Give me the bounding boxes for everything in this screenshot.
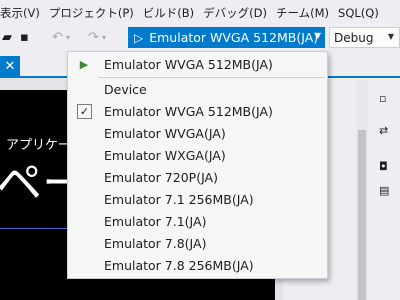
emulator-target-label: Emulator WVGA 512MB(JA) (149, 30, 319, 45)
device-item-label: Emulator 720P(JA) (104, 170, 218, 185)
document-outline-icon[interactable]: ▤ (379, 184, 389, 197)
device-item-label: Emulator 7.1 256MB(JA) (104, 192, 254, 207)
current-target-item[interactable]: ▶ Emulator WVGA 512MB(JA) (68, 54, 327, 75)
device-item-label: Emulator 7.8 256MB(JA) (104, 258, 254, 273)
sync-icon[interactable]: ⇄ (379, 124, 388, 137)
device-item[interactable]: Emulator 7.8(JA) (68, 233, 327, 254)
toolbox-icon[interactable]: ◘ (379, 160, 388, 173)
menu-sql[interactable]: SQL(Q) (338, 6, 388, 20)
chevron-down-icon[interactable]: ▼ (388, 32, 394, 41)
start-icon: ▶ (79, 57, 89, 71)
device-item-label: Emulator 7.8(JA) (104, 236, 207, 251)
menu-debug[interactable]: デバッグ(D) (203, 5, 276, 21)
emulator-target-dropdown: ▶ Emulator WVGA 512MB(JA) Device ✓ Emula… (67, 51, 328, 279)
device-item[interactable]: Emulator 7.8 256MB(JA) (68, 255, 327, 276)
device-item[interactable]: Emulator 7.1 256MB(JA) (68, 189, 327, 210)
vertical-scrollbar[interactable] (356, 80, 368, 300)
menu-bar: 表示(V) プロジェクト(P) ビルド(B) デバッグ(D) チーム(M) SQ… (0, 0, 400, 26)
start-debugging-target-combo[interactable]: ▷ Emulator WVGA 512MB(JA) ▼ (128, 27, 325, 48)
start-icon: ▷ (134, 30, 144, 45)
menu-view[interactable]: 表示(V) (0, 5, 49, 21)
device-item-label: Emulator WVGA 512MB(JA) (104, 104, 273, 119)
save-icon[interactable]: ▪ (20, 30, 29, 46)
chevron-down-icon[interactable]: ▼ (315, 31, 321, 40)
close-icon[interactable]: ✕ (0, 56, 20, 76)
solution-configuration-combo[interactable]: Debug ▼ (329, 27, 400, 48)
device-item-label: Emulator WVGA(JA) (104, 126, 226, 141)
redo-dropdown-icon[interactable]: ▾ (102, 30, 106, 46)
redo-icon[interactable]: ↷ (88, 30, 99, 46)
side-tool-panel: ▫ ⇄ ◘ ▤ (370, 80, 400, 300)
undo-dropdown-icon[interactable]: ▾ (66, 30, 70, 46)
undo-icon[interactable]: ↶ (52, 30, 63, 46)
current-target-label: Emulator WVGA 512MB(JA) (104, 57, 273, 72)
device-item[interactable]: Emulator WVGA(JA) (68, 123, 327, 144)
save-all-icon[interactable]: ▰ (2, 30, 12, 46)
section-header-label: Device (104, 82, 147, 97)
menu-build[interactable]: ビルド(B) (143, 5, 203, 21)
device-item[interactable]: ✓ Emulator WVGA 512MB(JA) (68, 101, 327, 122)
device-item[interactable]: Emulator WXGA(JA) (68, 145, 327, 166)
menu-team[interactable]: チーム(M) (276, 5, 338, 21)
device-item-label: Emulator 7.1(JA) (104, 214, 207, 229)
device-item[interactable]: Emulator 720P(JA) (68, 167, 327, 188)
application-title: アプリケー (6, 138, 72, 153)
menu-project[interactable]: プロジェクト(P) (49, 5, 143, 21)
scrollbar-thumb[interactable] (358, 130, 366, 300)
configuration-label: Debug (334, 30, 374, 45)
device-item-label: Emulator WXGA(JA) (104, 148, 226, 163)
checkmark-icon: ✓ (77, 104, 92, 119)
device-item[interactable]: Emulator 7.1(JA) (68, 211, 327, 232)
menu-separator (98, 77, 325, 78)
properties-icon[interactable]: ▫ (379, 92, 386, 105)
device-section-header: Device (68, 79, 327, 100)
